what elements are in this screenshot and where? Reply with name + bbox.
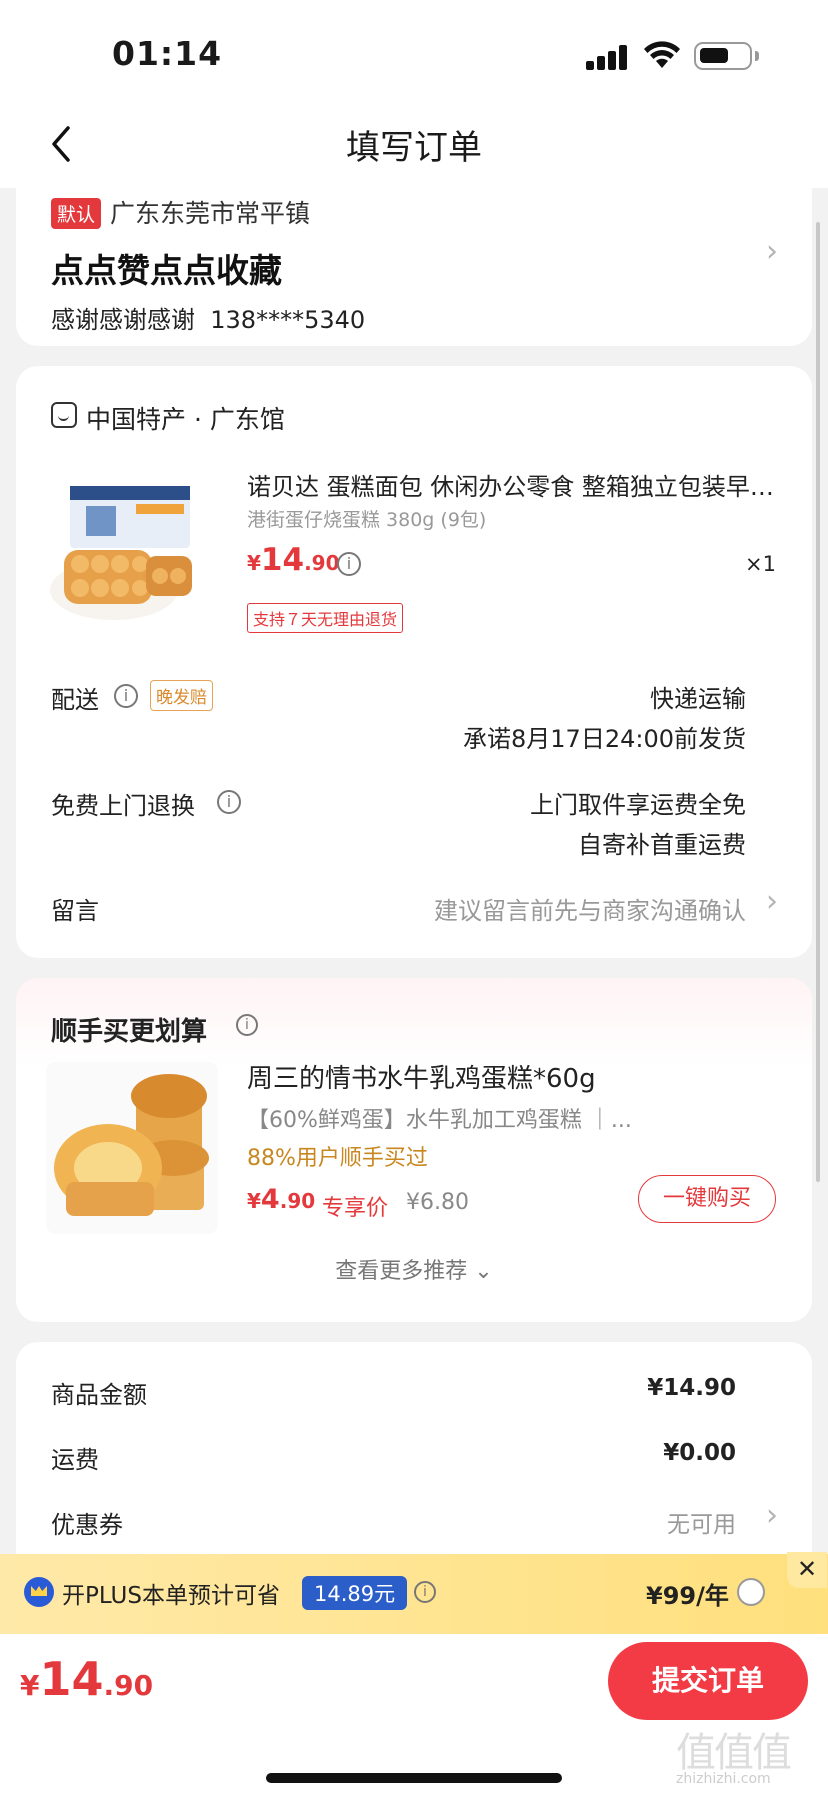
chevron-right-icon: › (766, 234, 778, 269)
free-return-info-icon[interactable]: i (217, 790, 241, 814)
delivery-method: 快递运输 (650, 685, 746, 713)
exclusive-price-label: 专享价 (322, 1196, 389, 1221)
nav-bar: 填写订单 (0, 100, 828, 188)
plus-crown-icon (24, 1577, 54, 1607)
submit-order-button[interactable]: 提交订单 (608, 1642, 808, 1720)
product-quantity: ×1 (745, 552, 776, 576)
recommend-price: ¥4.90 (247, 1184, 316, 1215)
recommend-title: 顺手买更划算 (51, 1017, 208, 1047)
shipping-value: ¥0.00 (663, 1440, 736, 1466)
recommend-info-icon[interactable]: i (236, 1014, 258, 1036)
watermark-logo: 值值值 (676, 1730, 792, 1776)
address-region: 广东东莞市常平镇 (110, 199, 311, 228)
late-compensation-tag: 晚发赔 (150, 680, 213, 711)
recommend-item-name[interactable]: 周三的情书水牛乳鸡蛋糕*60g (247, 1058, 596, 1095)
delivery-info-icon[interactable]: i (114, 684, 138, 708)
status-time: 01:14 (112, 34, 223, 73)
coupon-value[interactable]: 无可用 (667, 1505, 736, 1539)
price-info-icon[interactable]: i (337, 552, 361, 576)
recommend-item-desc: 【60%鲜鸡蛋】水牛乳加工鸡蛋糕 ｜... (247, 1108, 632, 1133)
plus-price: ¥99/年 (646, 1582, 729, 1610)
watermark-url: zhizhizhi.com (676, 1771, 771, 1787)
shipping-label: 运费 (51, 1446, 99, 1474)
plus-select-radio[interactable] (737, 1578, 765, 1606)
one-click-buy-button[interactable]: 一键购买 (638, 1175, 776, 1223)
status-bar: 01:14 (0, 0, 828, 100)
shop-name[interactable]: 中国特产 · 广东馆 (86, 400, 285, 436)
chevron-right-icon: › (766, 884, 778, 919)
address-name: 点点赞点点收藏 (51, 251, 282, 290)
goods-amount-value: ¥14.90 (647, 1375, 736, 1401)
recommend-card: 顺手买更划算 i 周三的情书水牛乳鸡蛋糕*60g 【60%鲜鸡蛋】水牛乳加工鸡蛋… (16, 978, 812, 1322)
more-recommend-link[interactable]: 查看更多推荐 ⌄ (16, 1253, 812, 1285)
plus-save-amount: 14.89元 (302, 1576, 408, 1610)
product-image[interactable] (46, 472, 202, 628)
delivery-label: 配送 (51, 686, 99, 714)
plus-promo-bar[interactable]: 开PLUS本单预计可省 14.89元 i ¥99/年 ✕ (0, 1552, 828, 1634)
plus-info-icon[interactable]: i (414, 1581, 436, 1603)
shop-icon (51, 402, 77, 428)
checkout-bar: ¥14.90 提交订单 值值值 zhizhizhi.com (0, 1634, 828, 1795)
free-return-line1: 上门取件享运费全免 (530, 791, 746, 819)
return-policy-tag: 支持７天无理由退货 (247, 603, 404, 633)
page-title: 填写订单 (346, 128, 482, 168)
plus-promo-text: 开PLUS本单预计可省 (62, 1583, 280, 1609)
delivery-promise: 承诺8月17日24:00前发货 (463, 725, 746, 753)
address-contact: 感谢感谢感谢 138****5340 (51, 306, 366, 334)
message-label: 留言 (51, 897, 99, 925)
default-address-badge: 默认 (51, 198, 102, 229)
product-title[interactable]: 诺贝达 蛋糕面包 休闲办公零食 整箱独立包装早餐小糕点点心 港街蛋仔烧蛋糕 (247, 467, 787, 502)
cellular-signal-icon (586, 44, 630, 70)
coupon-label: 优惠券 (51, 1511, 123, 1539)
scrollbar[interactable] (816, 222, 820, 1182)
free-return-label: 免费上门退换 (51, 792, 195, 820)
product-spec: 港街蛋仔烧蛋糕 380g (9包) (247, 509, 487, 531)
battery-icon (694, 42, 759, 70)
home-indicator[interactable] (266, 1773, 562, 1783)
original-price: ¥6.80 (406, 1190, 469, 1215)
order-card: 中国特产 · 广东馆 诺贝达 蛋糕面包 休闲办公零食 整箱独立包装早餐小糕点点心… (16, 366, 812, 958)
address-card[interactable]: 默认 广东东莞市常平镇 点点赞点点收藏 感谢感谢感谢 138****5340 › (16, 188, 812, 346)
chevron-right-icon: › (766, 1498, 778, 1533)
product-price: ¥14.90 (247, 542, 340, 578)
total-price: ¥14.90 (20, 1652, 154, 1706)
recommend-bought-stat: 88%用户顺手买过 (247, 1146, 428, 1171)
wifi-icon (644, 41, 680, 68)
close-icon[interactable]: ✕ (787, 1552, 827, 1588)
free-return-line2: 自寄补首重运费 (578, 831, 746, 859)
recommend-product-image[interactable] (46, 1062, 218, 1234)
message-input[interactable]: 建议留言前先与商家沟通确认 (434, 891, 746, 926)
goods-amount-label: 商品金额 (51, 1381, 147, 1409)
